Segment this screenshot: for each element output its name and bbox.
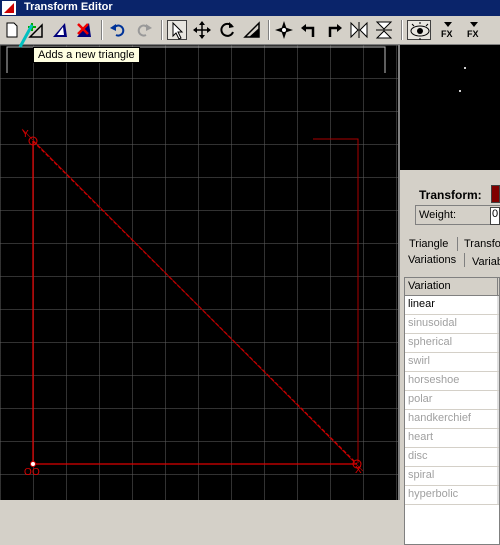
redo-icon[interactable] <box>134 20 154 40</box>
select-pointer-icon[interactable] <box>167 20 187 40</box>
variation-row-polar[interactable]: polar <box>405 391 499 410</box>
delete-triangle-icon[interactable] <box>74 20 94 40</box>
rotate-right-icon[interactable] <box>324 20 344 40</box>
flip-horizontal-icon[interactable] <box>349 20 369 40</box>
variation-row-horseshoe[interactable]: horseshoe <box>405 372 499 391</box>
reference-triangle-edge <box>313 138 359 463</box>
tooltip: Adds a new triangle <box>33 47 140 63</box>
transform-select[interactable] <box>491 185 500 203</box>
variation-row-disc[interactable]: disc <box>405 448 499 467</box>
rotate-icon[interactable] <box>217 20 237 40</box>
scale-icon[interactable] <box>242 20 262 40</box>
variation-row-linear[interactable]: linear <box>405 296 499 315</box>
title-bar: Transform Editor <box>0 0 500 16</box>
vertex-label-x: X <box>355 465 362 476</box>
variation-column-header[interactable]: Variation <box>405 278 499 296</box>
move-center-icon[interactable] <box>274 20 294 40</box>
vertex-o-handle <box>30 461 36 467</box>
vertex-label-o2: O <box>32 467 40 478</box>
app-icon <box>2 1 16 15</box>
svg-text:FX: FX <box>467 29 479 39</box>
preview-icon[interactable] <box>407 20 431 40</box>
svg-text:FX: FX <box>441 29 453 39</box>
triangle-overlay[interactable]: Y O O X <box>0 45 398 500</box>
vertex-label-y: Y <box>22 129 29 140</box>
preview-point <box>464 67 466 69</box>
weight-input[interactable]: 0 <box>490 207 500 225</box>
preview-point <box>459 90 461 92</box>
variation-row-hyperbolic[interactable]: hyperbolic <box>405 486 499 505</box>
flame-preview <box>400 45 500 170</box>
variation-row-sinusoidal[interactable]: sinusoidal <box>405 315 499 334</box>
tab-transform[interactable]: Transfo <box>464 238 500 250</box>
window-title: Transform Editor <box>24 1 113 13</box>
move-icon[interactable] <box>192 20 212 40</box>
weight-label: Weight: <box>419 209 457 221</box>
right-panel: Transform: Weight: 0 Triangle Transfo Va… <box>400 45 500 545</box>
transform-canvas[interactable]: Y O O X <box>0 24 398 500</box>
undo-icon[interactable] <box>108 20 128 40</box>
triangle-axis-line <box>21 128 364 472</box>
variation-row-handkerchief[interactable]: handkerchief <box>405 410 499 429</box>
variation-row-spherical[interactable]: spherical <box>405 334 499 353</box>
tab-variables[interactable]: Variab <box>472 256 500 268</box>
variation-row-spiral[interactable]: spiral <box>405 467 499 486</box>
tab-variations[interactable]: Variations <box>408 254 456 266</box>
fx-alt-icon[interactable]: FX <box>464 20 484 40</box>
variations-table: Variation linear sinusoidal spherical sw… <box>404 277 500 545</box>
toolbar: FX FX <box>0 16 500 45</box>
transform-label: Transform: <box>419 188 482 202</box>
fx-icon[interactable]: FX <box>438 20 458 40</box>
variation-row-swirl[interactable]: swirl <box>405 353 499 372</box>
vertex-label-o: O <box>24 467 32 478</box>
flip-vertical-icon[interactable] <box>374 20 394 40</box>
flip-triangle-icon[interactable] <box>50 20 70 40</box>
tab-triangle[interactable]: Triangle <box>409 238 448 250</box>
rotate-left-icon[interactable] <box>299 20 319 40</box>
variation-row-heart[interactable]: heart <box>405 429 499 448</box>
